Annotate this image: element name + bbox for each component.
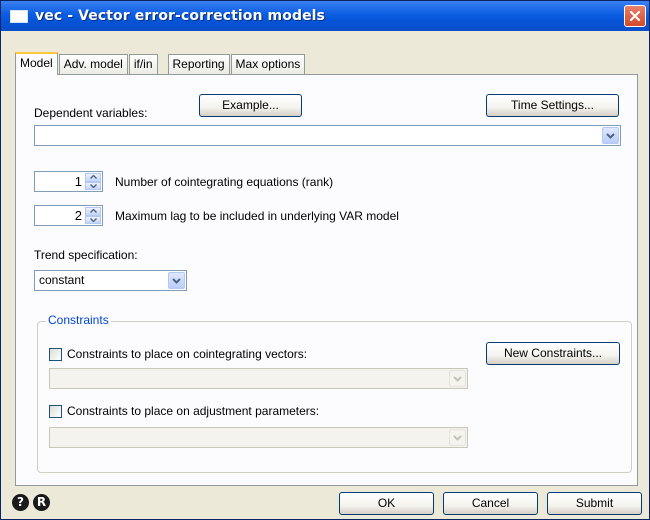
max-lag-spin-buttons [85, 207, 101, 224]
chevron-up-icon [89, 209, 97, 214]
adjustment-constraints-label: Constraints to place on adjustment param… [67, 404, 320, 418]
rank-label: Number of cointegrating equations (rank) [115, 175, 334, 189]
dependent-variables-dropdown-button[interactable] [602, 127, 619, 144]
window-icon [10, 9, 28, 23]
close-button[interactable] [624, 5, 646, 27]
cointegrating-dropdown-button[interactable] [449, 370, 466, 387]
max-lag-label: Maximum lag to be included in underlying… [115, 209, 399, 223]
cancel-button[interactable]: Cancel [443, 492, 538, 515]
chevron-down-icon [89, 183, 97, 188]
new-constraints-button[interactable]: New Constraints... [486, 342, 620, 365]
trend-dropdown-button[interactable] [168, 272, 185, 289]
window-title: vec - Vector error-correction models [35, 8, 325, 24]
trend-specification-value: constant [39, 273, 85, 287]
chevron-down-icon [453, 375, 462, 382]
example-button[interactable]: Example... [199, 94, 302, 117]
rank-spinner[interactable]: 1 [34, 171, 103, 192]
chevron-down-icon [172, 277, 181, 284]
tab-strip: Model Adv. model if/in Reporting Max opt… [15, 52, 306, 75]
trend-specification-select[interactable]: constant [34, 270, 187, 291]
tab-model[interactable]: Model [15, 52, 58, 75]
submit-button[interactable]: Submit [547, 492, 642, 515]
dialog-window: vec - Vector error-correction models Mod… [0, 0, 650, 520]
rank-spin-buttons [85, 173, 101, 190]
cointegrating-constraints-label: Constraints to place on cointegrating ve… [67, 347, 308, 361]
max-lag-decrement-button[interactable] [85, 215, 101, 224]
adjustment-constraints-checkbox[interactable] [49, 405, 62, 418]
chevron-down-icon [453, 434, 462, 441]
cointegrating-constraints-checkbox[interactable] [49, 348, 62, 361]
close-icon [629, 10, 641, 22]
max-lag-spinner[interactable]: 2 [34, 205, 103, 226]
max-lag-increment-button[interactable] [85, 207, 101, 216]
dependent-variables-label: Dependent variables: [34, 106, 148, 120]
tab-adv-model[interactable]: Adv. model [58, 54, 128, 74]
dependent-variables-combo[interactable] [34, 125, 621, 146]
adjustment-constraints-select[interactable] [49, 427, 468, 448]
rank-decrement-button[interactable] [85, 181, 101, 190]
cointegrating-constraints-select[interactable] [49, 368, 468, 389]
help-icon[interactable]: ? [12, 494, 29, 511]
tab-reporting[interactable]: Reporting [167, 54, 230, 74]
reset-icon[interactable]: R [33, 494, 50, 511]
ok-button[interactable]: OK [339, 492, 434, 515]
chevron-down-icon [606, 132, 615, 139]
chevron-down-icon [89, 217, 97, 222]
trend-specification-label: Trend specification: [34, 248, 138, 262]
tab-if-in[interactable]: if/in [128, 54, 158, 74]
time-settings-button[interactable]: Time Settings... [486, 94, 619, 117]
constraints-group: Constraints Constraints to place on coin… [37, 313, 632, 473]
tab-max-options[interactable]: Max options [230, 54, 306, 74]
max-lag-value: 2 [74, 208, 82, 223]
chevron-up-icon [89, 175, 97, 180]
title-bar[interactable]: vec - Vector error-correction models [1, 1, 649, 31]
rank-value: 1 [74, 174, 82, 189]
tab-panel-model: Dependent variables: Example... Time Set… [15, 74, 638, 486]
rank-increment-button[interactable] [85, 173, 101, 182]
constraints-legend: Constraints [46, 313, 111, 327]
adjustment-dropdown-button[interactable] [449, 429, 466, 446]
